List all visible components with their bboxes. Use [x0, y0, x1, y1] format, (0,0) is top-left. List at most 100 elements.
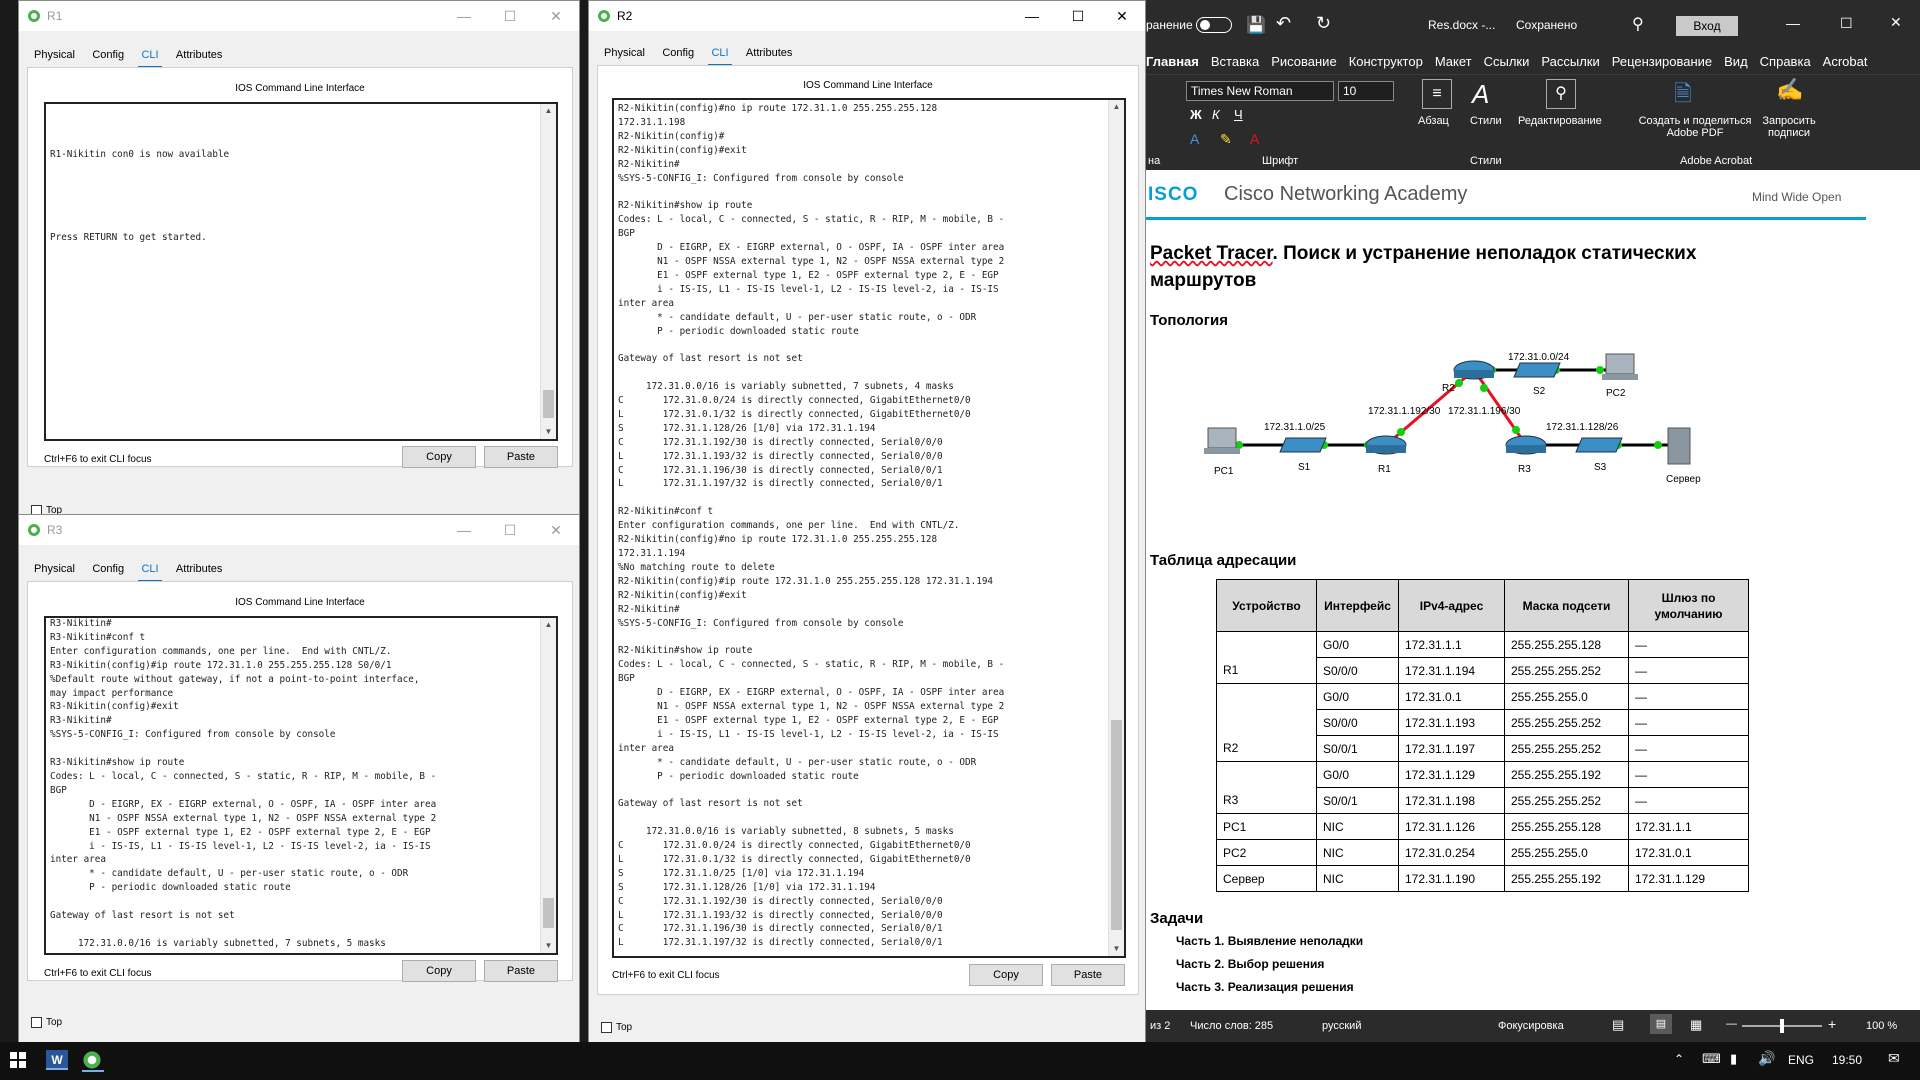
minimize-button[interactable]: — — [441, 515, 487, 545]
bold-button[interactable]: Ж — [1190, 107, 1202, 122]
language[interactable]: русский — [1322, 1020, 1361, 1032]
highlight-icon[interactable]: ✎ — [1220, 131, 1232, 148]
notification-icon[interactable]: ✉ — [1888, 1050, 1900, 1067]
search-icon[interactable]: ⚲ — [1632, 14, 1644, 34]
undo-icon[interactable]: ↶ — [1276, 13, 1291, 34]
battery-icon[interactable]: ▮ — [1730, 1051, 1737, 1067]
tab-config[interactable]: Config — [85, 559, 131, 579]
font-color-icon[interactable]: A — [1190, 131, 1199, 147]
close-button[interactable]: ✕ — [533, 515, 579, 545]
scroll-up-icon[interactable]: ▲ — [541, 104, 556, 118]
tab-attributes[interactable]: Attributes — [169, 559, 229, 579]
volume-icon[interactable]: 🔊 — [1758, 1050, 1775, 1067]
zoom-level[interactable]: 100 % — [1866, 1020, 1897, 1032]
ribbon-tab-insert[interactable]: Вставка — [1205, 50, 1265, 74]
r3-console-scrollbar[interactable]: ▲ ▼ — [540, 618, 556, 953]
packet-tracer-taskbar-icon[interactable] — [82, 1050, 104, 1072]
underline-button[interactable]: Ч — [1234, 107, 1243, 122]
print-layout-icon[interactable]: ▤ — [1650, 1014, 1672, 1034]
ribbon-tab-draw[interactable]: Рисование — [1265, 50, 1342, 74]
ribbon-tab-view[interactable]: Вид — [1718, 50, 1754, 74]
tab-physical[interactable]: Physical — [597, 43, 652, 63]
tray-chevron-icon[interactable]: ⌃ — [1674, 1052, 1684, 1066]
network-icon[interactable]: ⌨ — [1702, 1051, 1721, 1067]
maximize-button[interactable]: ☐ — [1840, 15, 1853, 32]
r3-console[interactable]: R3-Nikitin# R3-Nikitin#conf t Enter conf… — [44, 616, 558, 955]
tab-attributes[interactable]: Attributes — [169, 45, 229, 65]
scroll-up-icon[interactable]: ▲ — [541, 618, 556, 632]
styles-icon[interactable]: A — [1472, 79, 1489, 110]
font-name-select[interactable]: Times New Roman — [1186, 81, 1334, 101]
zoom-slider[interactable] — [1742, 1019, 1822, 1033]
tab-cli[interactable]: CLI — [134, 45, 165, 69]
document-page[interactable]: ISCO Cisco Networking Academy Mind Wide … — [1146, 170, 1920, 1010]
keyboard-language[interactable]: ENG — [1788, 1053, 1814, 1067]
close-button[interactable]: ✕ — [1890, 14, 1902, 31]
ribbon-tab-review[interactable]: Рецензирование — [1606, 50, 1718, 74]
checkbox-icon[interactable] — [31, 1017, 42, 1028]
r2-console[interactable]: R2-Nikitin(config)#no ip route 172.31.1.… — [612, 98, 1126, 958]
create-pdf-button[interactable]: Создать и поделиться Adobe PDF — [1630, 115, 1760, 139]
word-taskbar-icon[interactable]: W — [46, 1050, 68, 1070]
checkbox-icon[interactable] — [601, 1022, 612, 1033]
ribbon-tab-help[interactable]: Справка — [1754, 50, 1817, 74]
redo-icon[interactable]: ↻ — [1316, 13, 1331, 34]
scroll-thumb[interactable] — [543, 390, 554, 418]
focus-mode[interactable]: Фокусировка — [1498, 1020, 1564, 1032]
tab-config[interactable]: Config — [85, 45, 131, 65]
paragraph-icon[interactable]: ≡ — [1422, 79, 1452, 109]
r1-paste-button[interactable]: Paste — [484, 446, 558, 468]
tab-attributes[interactable]: Attributes — [739, 43, 799, 63]
r3-top-checkbox[interactable]: Top — [31, 1017, 62, 1028]
r1-copy-button[interactable]: Copy — [402, 446, 476, 468]
r2-window[interactable]: R2 — ☐ ✕ Physical Config CLI Attributes … — [588, 0, 1146, 1044]
ribbon-tab-acrobat[interactable]: Acrobat — [1817, 50, 1874, 74]
styles-label[interactable]: Стили — [1470, 115, 1502, 127]
close-button[interactable]: ✕ — [533, 1, 579, 31]
r3-copy-button[interactable]: Copy — [402, 960, 476, 982]
saved-status[interactable]: Сохранено — [1516, 18, 1577, 32]
scroll-down-icon[interactable]: ▼ — [541, 939, 556, 953]
scroll-down-icon[interactable]: ▼ — [541, 425, 556, 439]
scroll-thumb[interactable] — [543, 898, 554, 928]
doc-title-link[interactable]: Packet Tracer — [1150, 243, 1273, 264]
request-sign-button[interactable]: Запросить подписи — [1754, 115, 1824, 139]
login-button[interactable]: Вход — [1676, 16, 1738, 36]
r2-paste-button[interactable]: Paste — [1051, 964, 1125, 986]
ribbon-tab-layout[interactable]: Макет — [1429, 50, 1478, 74]
page-count[interactable]: из 2 — [1150, 1020, 1170, 1032]
editing-label[interactable]: Редактирование — [1518, 115, 1602, 127]
maximize-button[interactable]: ☐ — [1055, 1, 1101, 31]
web-layout-icon[interactable]: ▦ — [1690, 1017, 1702, 1033]
r2-console-scrollbar[interactable]: ▲ ▼ — [1108, 100, 1124, 956]
tab-cli[interactable]: CLI — [134, 559, 165, 583]
ribbon-tab-design[interactable]: Конструктор — [1343, 50, 1429, 74]
editing-icon[interactable]: ⚲ — [1546, 79, 1576, 109]
word-titlebar[interactable]: ранение 💾 ↶ ↻ Res.docx -... Сохранено ⚲ … — [1146, 0, 1920, 50]
save-icon[interactable]: 💾 — [1246, 15, 1266, 35]
r2-top-checkbox[interactable]: Top — [601, 1022, 632, 1033]
read-mode-icon[interactable]: ▤ — [1612, 1017, 1624, 1033]
italic-button[interactable]: К — [1212, 107, 1220, 122]
zoom-in-icon[interactable]: + — [1828, 1016, 1836, 1032]
tab-cli[interactable]: CLI — [704, 43, 735, 67]
windows-start-icon[interactable] — [10, 1052, 26, 1068]
tab-physical[interactable]: Physical — [27, 559, 82, 579]
minimize-button[interactable]: — — [441, 1, 487, 31]
minimize-button[interactable]: — — [1786, 15, 1800, 31]
request-sign-icon[interactable]: ✍ — [1776, 77, 1803, 103]
scroll-thumb[interactable] — [1111, 720, 1122, 930]
close-button[interactable]: ✕ — [1099, 1, 1145, 31]
clock[interactable]: 19:50 — [1832, 1053, 1862, 1067]
word-count[interactable]: Число слов: 285 — [1190, 1020, 1273, 1032]
ribbon-tab-references[interactable]: Ссылки — [1478, 50, 1536, 74]
tab-config[interactable]: Config — [655, 43, 701, 63]
r2-titlebar[interactable]: R2 — ☐ ✕ — [589, 1, 1145, 31]
font-size-select[interactable]: 10 — [1338, 81, 1394, 101]
r3-paste-button[interactable]: Paste — [484, 960, 558, 982]
maximize-button[interactable]: ☐ — [487, 1, 533, 31]
minimize-button[interactable]: — — [1009, 1, 1055, 31]
r1-window[interactable]: R1 — ☐ ✕ Physical Config CLI Attributes … — [18, 0, 580, 518]
r1-console-scrollbar[interactable]: ▲ ▼ — [540, 104, 556, 439]
scroll-down-icon[interactable]: ▼ — [1109, 942, 1124, 956]
